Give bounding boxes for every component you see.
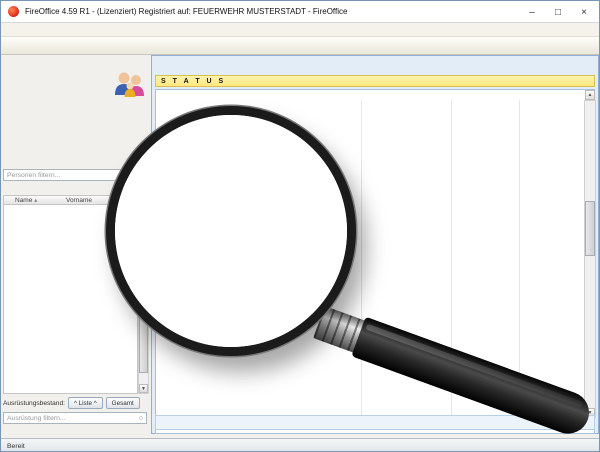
- title-bar: FireOffice 4.59 R1 - (Lizenziert) Regist…: [1, 1, 599, 23]
- section-title: S T A T U S: [155, 75, 595, 87]
- search-icon: ○: [138, 414, 143, 422]
- maximize-button[interactable]: □: [545, 1, 571, 23]
- magnifier-lens: [106, 106, 356, 356]
- sort-ascending-icon: ▴: [34, 197, 38, 204]
- vorname-column-header[interactable]: Vorname: [66, 197, 92, 204]
- persons-group-icon: [115, 72, 144, 97]
- close-button[interactable]: ×: [571, 1, 597, 23]
- app-window: FireOffice 4.59 R1 - (Lizenziert) Regist…: [0, 0, 600, 452]
- tab-strip: [152, 58, 598, 74]
- equipment-filter-input[interactable]: Ausrüstung filtern... ○: [3, 412, 147, 424]
- menu-bar: [1, 23, 599, 37]
- window-title: FireOffice 4.59 R1 - (Lizenziert) Regist…: [25, 7, 348, 16]
- equipment-label: Ausrüstungsbestand:: [3, 399, 65, 407]
- status-bar: Bereit: [1, 438, 599, 451]
- equipment-liste-button[interactable]: ^ Liste ^: [67, 397, 103, 409]
- status-text: Bereit: [7, 442, 25, 450]
- name-column-header[interactable]: Name ▴: [4, 196, 66, 204]
- app-logo-icon: [8, 6, 19, 17]
- table-scrollbar[interactable]: ▼: [584, 100, 596, 418]
- table-scroll-up-button[interactable]: ▲: [585, 90, 595, 100]
- equipment-gesamt-button[interactable]: Gesamt: [105, 397, 140, 409]
- toolbar: [1, 37, 599, 55]
- minimize-button[interactable]: –: [519, 1, 545, 23]
